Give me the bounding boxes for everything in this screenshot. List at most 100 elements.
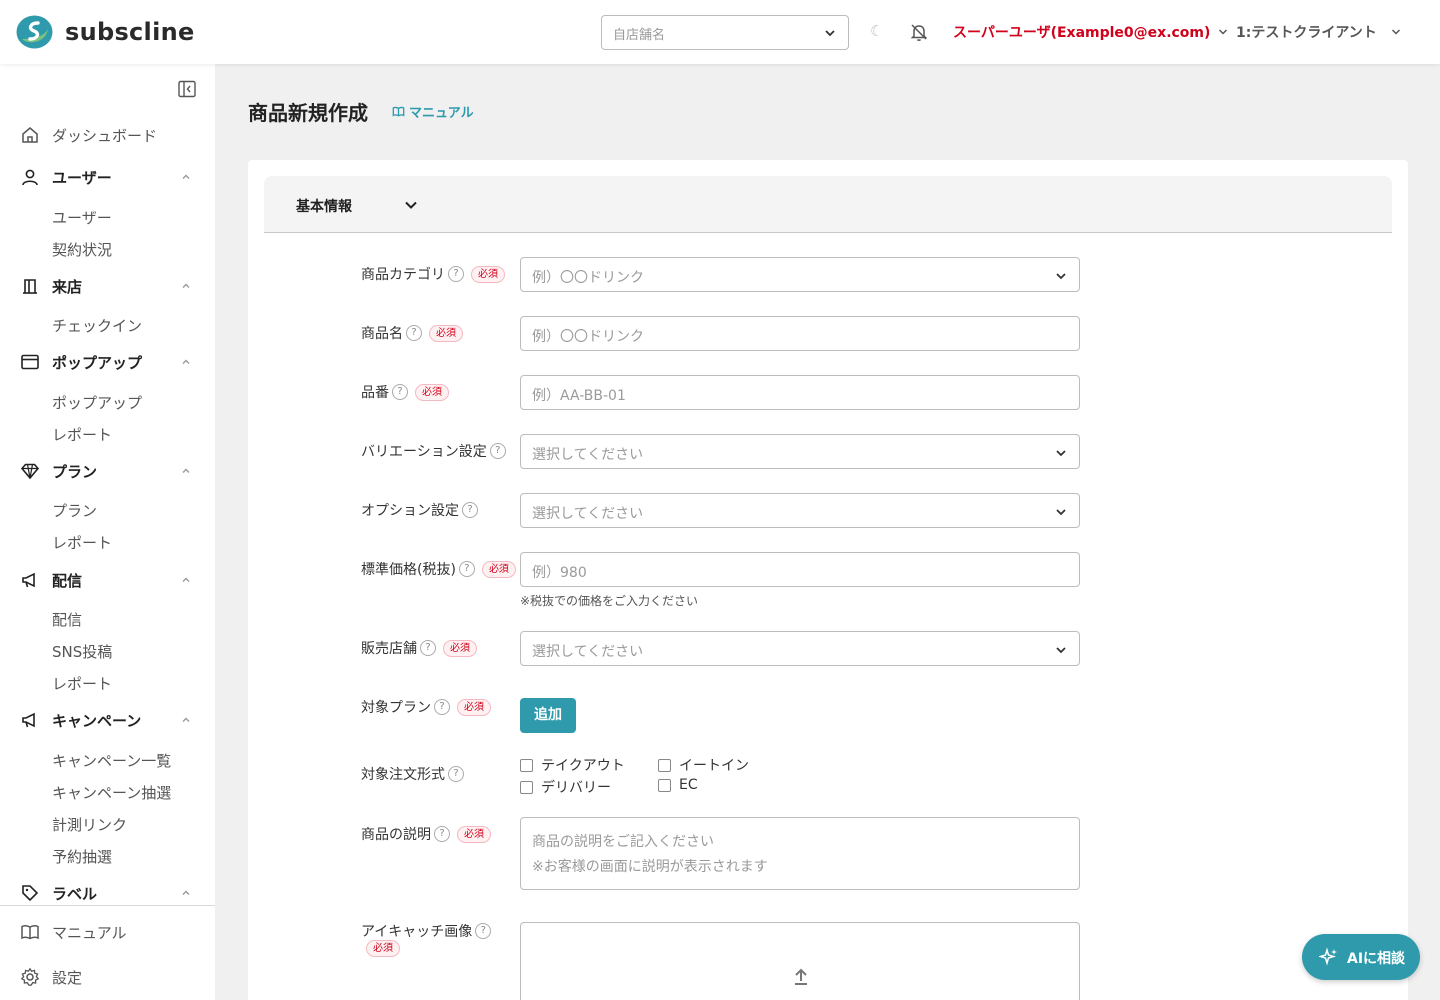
sidebar-group-user[interactable]: ユーザー — [0, 161, 215, 193]
sidebar-item-plans[interactable]: プラン — [52, 500, 97, 521]
sidebar-item-dashboard[interactable]: ダッシュボード — [0, 119, 215, 151]
stores-label-row: 販売店舗 ? 必須 — [361, 638, 477, 658]
upload-icon — [795, 968, 807, 985]
sidebar-item-popup-report[interactable]: レポート — [52, 424, 112, 445]
sidebar-item-campaign-list[interactable]: キャンペーン一覧 — [52, 750, 171, 771]
order-type-takeout-checkbox[interactable]: テイクアウト — [520, 755, 625, 775]
stores-select[interactable]: 選択してください — [520, 631, 1080, 666]
checkbox-label: テイクアウト — [541, 758, 625, 774]
sidebar-item-contracts[interactable]: 契約状況 — [52, 239, 112, 260]
chevron-down-icon — [825, 30, 835, 37]
ai-consult-label: AIに相談 — [1347, 951, 1406, 967]
field-label: バリエーション設定 — [361, 444, 487, 460]
sidebar: ダッシュボード ユーザー ユーザー 契約状況 来店 チェックイン ポップアップ … — [0, 64, 215, 1000]
price-input[interactable]: 例）980 — [520, 552, 1080, 587]
sidebar-item-users[interactable]: ユーザー — [52, 207, 112, 228]
plans-label-row: 対象プラン ? 必須 — [361, 697, 491, 717]
notification-off-icon[interactable] — [909, 22, 929, 42]
sidebar-group-delivery[interactable]: 配信 — [0, 564, 215, 596]
field-label: 販売店舗 — [361, 641, 417, 657]
help-icon[interactable]: ? — [420, 640, 436, 656]
required-badge: 必須 — [366, 940, 400, 957]
store-select-placeholder: 自店舗名 — [613, 28, 666, 43]
sidebar-group-campaign[interactable]: キャンペーン — [0, 704, 215, 736]
sidebar-item-campaign-lottery[interactable]: キャンペーン抽選 — [52, 782, 171, 803]
sidebar-item-tracking-link[interactable]: 計測リンク — [52, 814, 127, 835]
section-header[interactable]: 基本情報 — [264, 176, 1392, 233]
order-types-label-row: 対象注文形式 ? — [361, 764, 464, 784]
sidebar-group-popup[interactable]: ポップアップ — [0, 346, 215, 378]
dark-mode-toggle-icon[interactable]: ☾ — [870, 22, 883, 40]
store-select[interactable]: 自店舗名 — [601, 15, 849, 50]
help-icon[interactable]: ? — [458, 561, 475, 577]
client-menu-label: 1:テストクライアント — [1236, 25, 1377, 41]
sidebar-item-label: ラベル — [52, 885, 98, 903]
checkbox-box[interactable] — [520, 780, 533, 794]
sidebar-item-settings[interactable]: 設定 — [0, 961, 215, 993]
description-textarea[interactable]: 商品の説明をご記入ください ※お客様の画面に説明が表示されます — [520, 817, 1080, 890]
required-badge: 必須 — [429, 324, 463, 342]
manual-link[interactable]: マニュアル — [392, 102, 474, 121]
required-badge: 必須 — [457, 698, 491, 716]
user-menu[interactable]: スーパーユーザ(Example0@ex.com) — [953, 22, 1228, 42]
megaphone-icon — [22, 572, 35, 588]
price-hint: ※税抜での価格をご入力ください — [520, 594, 699, 608]
chevron-up-icon — [182, 717, 190, 722]
category-select[interactable]: 例）〇〇ドリンク — [520, 257, 1080, 292]
book-icon — [392, 106, 405, 117]
order-type-delivery-checkbox[interactable]: デリバリー — [520, 777, 611, 797]
required-badge: 必須 — [443, 639, 477, 657]
field-label: アイキャッチ画像 — [361, 924, 473, 940]
sku-placeholder: 例）AA-BB-01 — [532, 388, 626, 404]
ai-consult-button[interactable]: AIに相談 — [1302, 934, 1420, 980]
stores-placeholder: 選択してください — [532, 644, 644, 660]
price-label-row: 標準価格(税抜) ? 必須 — [361, 559, 516, 579]
sidebar-item-checkin[interactable]: チェックイン — [52, 315, 142, 336]
sidebar-item-reservation-lottery[interactable]: 予約抽選 — [52, 846, 112, 867]
add-plan-button[interactable]: 追加 — [520, 698, 576, 733]
chevron-up-icon — [182, 468, 190, 473]
sidebar-group-plan[interactable]: プラン — [0, 455, 215, 487]
chevron-down-icon — [1056, 450, 1066, 457]
eyecatch-upload-area[interactable] — [520, 922, 1080, 1000]
sidebar-group-visit[interactable]: 来店 — [0, 270, 215, 302]
checkbox-box[interactable] — [520, 758, 533, 772]
help-icon[interactable]: ? — [489, 443, 506, 459]
sidebar-item-deliveries[interactable]: 配信 — [52, 609, 82, 630]
option-placeholder: 選択してください — [532, 506, 644, 522]
sidebar-item-manual[interactable]: マニュアル — [0, 916, 215, 948]
product-name-placeholder: 例）〇〇ドリンク — [532, 329, 644, 345]
help-icon[interactable]: ? — [392, 384, 408, 400]
sidebar-item-label: 設定 — [52, 969, 83, 987]
field-label: 対象注文形式 — [361, 767, 445, 783]
client-menu[interactable]: 1:テストクライアント — [1236, 22, 1401, 42]
sidebar-item-popups[interactable]: ポップアップ — [52, 392, 142, 413]
sidebar-group-label[interactable]: ラベル — [0, 877, 215, 904]
sidebar-item-plan-report[interactable]: レポート — [52, 532, 112, 553]
chevron-down-icon — [405, 201, 417, 209]
help-icon[interactable]: ? — [475, 923, 492, 939]
sku-input[interactable]: 例）AA-BB-01 — [520, 375, 1080, 410]
variation-select[interactable]: 選択してください — [520, 434, 1080, 469]
help-icon[interactable]: ? — [448, 766, 464, 782]
option-select[interactable]: 選択してください — [520, 493, 1080, 528]
help-icon[interactable]: ? — [406, 325, 422, 341]
sidebar-item-sns-post[interactable]: SNS投稿 — [52, 641, 112, 662]
app-logo[interactable]: subscline — [16, 14, 195, 50]
sidebar-footer: マニュアル 設定 — [0, 905, 215, 1000]
checkbox-box[interactable] — [658, 758, 671, 772]
sidebar-item-label: 配信 — [52, 572, 83, 590]
product-name-input[interactable]: 例）〇〇ドリンク — [520, 316, 1080, 351]
required-badge: 必須 — [415, 383, 449, 401]
sidebar-item-delivery-report[interactable]: レポート — [52, 673, 112, 694]
help-icon[interactable]: ? — [448, 266, 464, 282]
chevron-down-icon — [1391, 29, 1400, 35]
order-type-eatin-checkbox[interactable]: イートイン — [658, 755, 749, 775]
variation-label-row: バリエーション設定 ? — [361, 441, 506, 461]
help-icon[interactable]: ? — [434, 699, 450, 715]
help-icon[interactable]: ? — [462, 502, 478, 518]
order-type-ec-checkbox[interactable]: EC — [658, 777, 698, 793]
checkbox-box[interactable] — [658, 778, 671, 792]
book-icon — [21, 925, 39, 940]
help-icon[interactable]: ? — [434, 826, 450, 842]
